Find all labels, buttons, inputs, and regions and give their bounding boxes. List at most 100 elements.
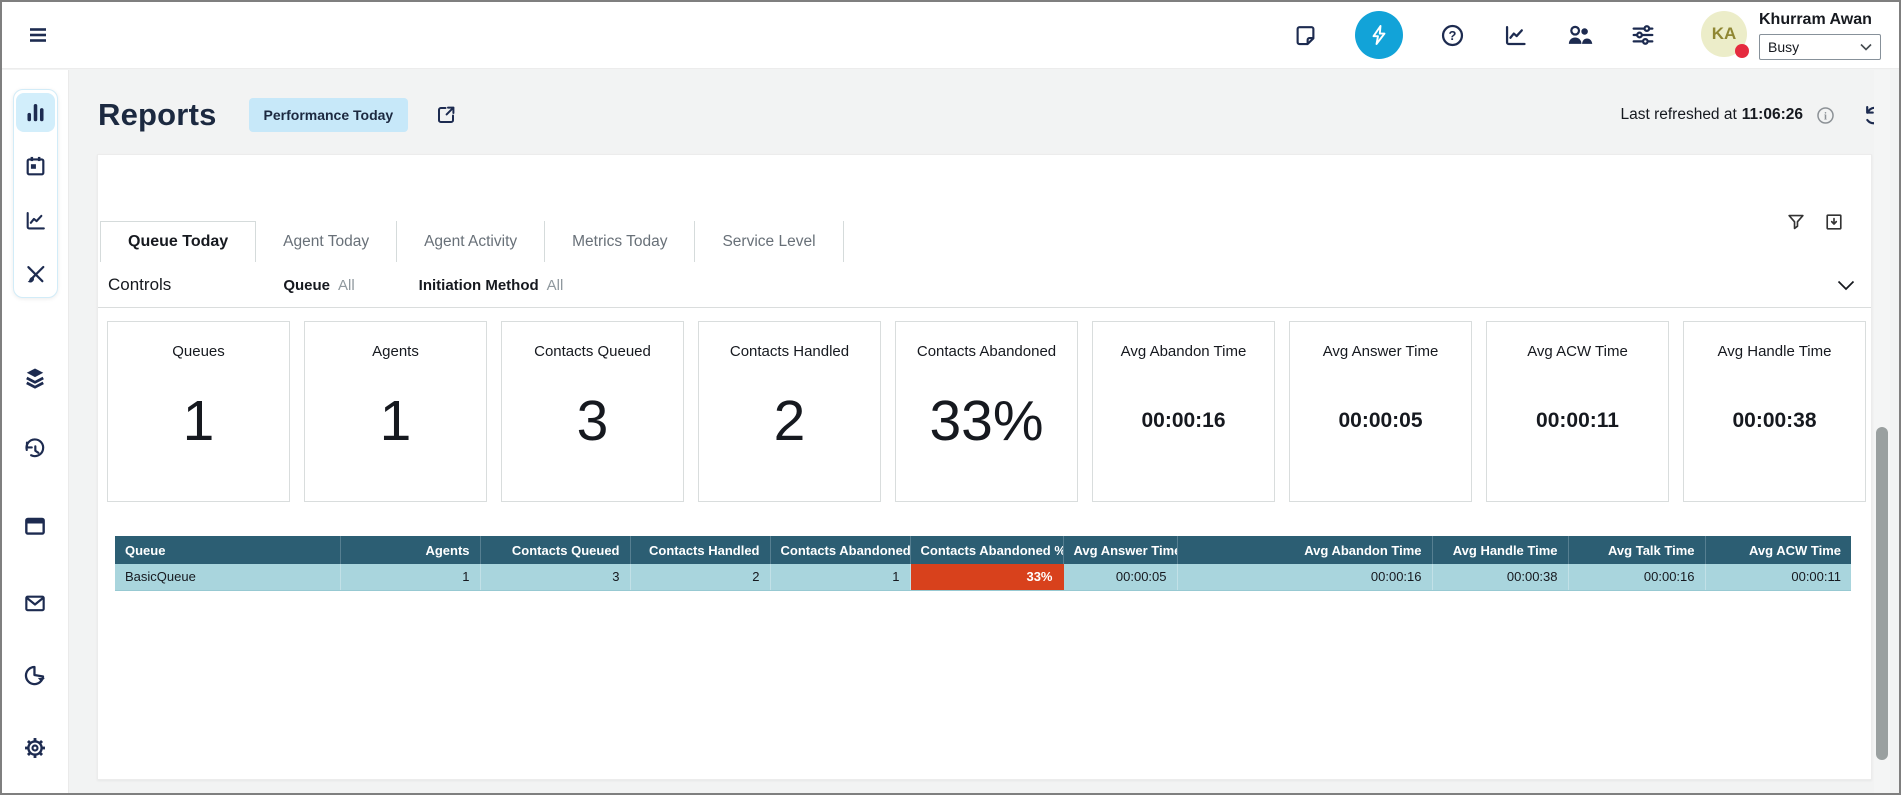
cell-agents: 1	[340, 564, 480, 590]
user-area: KA Khurram Awan Busy	[1701, 11, 1881, 60]
column-header-contacts-abandoned: Contacts Abandoned	[770, 536, 910, 564]
queue-filter[interactable]: Queue All	[283, 277, 354, 294]
settings-sliders-button[interactable]	[1629, 21, 1657, 49]
metric-value: 00:00:05	[1338, 360, 1422, 501]
metric-title: Contacts Queued	[534, 343, 651, 360]
initiation-method-filter[interactable]: Initiation Method All	[419, 277, 564, 294]
cell-avg-handle-time: 00:00:38	[1432, 564, 1568, 590]
sidebar-item-layers[interactable]	[15, 358, 55, 398]
open-in-new-button[interactable]	[434, 103, 458, 127]
user-name: Khurram Awan	[1759, 11, 1881, 29]
queue-filter-label: Queue	[283, 277, 330, 294]
sidebar-item-history[interactable]	[15, 430, 55, 470]
column-header-avg-acw-time: Avg ACW Time	[1705, 536, 1851, 564]
cell-contacts-abandoned-pct-alert: 33%	[910, 564, 1063, 590]
hamburger-icon	[26, 23, 50, 47]
sidebar-item-reports[interactable]	[16, 93, 55, 132]
metric-title: Avg Abandon Time	[1121, 343, 1247, 360]
history-icon	[22, 437, 48, 463]
metric-value: 1	[183, 360, 215, 501]
metric-card-avg-abandon-time: Avg Abandon Time 00:00:16	[1092, 321, 1275, 502]
last-refreshed: Last refreshed at 11:06:26 i	[1620, 103, 1887, 128]
app-window: ? KA	[0, 0, 1901, 795]
cell-queue-name: BasicQueue	[115, 564, 340, 590]
metric-cards-row: Queues 1 Agents 1 Contacts Queued 3 Cont…	[107, 321, 1866, 502]
tab-metrics-today[interactable]: Metrics Today	[545, 221, 695, 262]
metric-title: Avg Handle Time	[1718, 343, 1832, 360]
cell-contacts-queued: 3	[480, 564, 630, 590]
vertical-scrollbar-thumb[interactable]	[1876, 427, 1888, 760]
sidebar-item-schedule[interactable]	[16, 147, 55, 186]
left-sidebar	[2, 70, 69, 793]
help-icon: ?	[1439, 22, 1466, 49]
top-bar: ? KA	[2, 2, 1899, 69]
tab-agent-today[interactable]: Agent Today	[256, 221, 397, 262]
page-header: Reports Performance Today Last refreshed…	[98, 92, 1887, 138]
main-content: Reports Performance Today Last refreshed…	[70, 70, 1899, 793]
hamburger-menu-button[interactable]	[26, 23, 50, 47]
refresh-info-button[interactable]: i	[1815, 105, 1836, 126]
avatar[interactable]: KA	[1701, 11, 1747, 57]
controls-row: Controls Queue All Initiation Method All	[108, 263, 1855, 307]
controls-label: Controls	[108, 275, 171, 295]
queue-filter-value: All	[338, 277, 355, 294]
collapse-controls-button[interactable]	[1837, 280, 1855, 291]
cell-avg-answer-time: 00:00:05	[1063, 564, 1177, 590]
metrics-button[interactable]	[1502, 22, 1529, 49]
controls-divider	[98, 307, 1871, 308]
vertical-scrollbar-track[interactable]	[1874, 70, 1890, 793]
download-button[interactable]	[1823, 211, 1845, 233]
metric-card-avg-answer-time: Avg Answer Time 00:00:05	[1289, 321, 1472, 502]
last-refreshed-time: 11:06:26	[1742, 106, 1803, 124]
metric-title: Agents	[372, 343, 419, 360]
column-header-avg-abandon-time: Avg Abandon Time	[1177, 536, 1432, 564]
metric-value: 33%	[929, 360, 1043, 501]
metric-value: 3	[577, 360, 609, 501]
sidebar-item-designer[interactable]	[16, 255, 55, 294]
metric-card-contacts-handled: Contacts Handled 2	[698, 321, 881, 502]
svg-text:i: i	[1824, 111, 1827, 122]
tab-agent-activity[interactable]: Agent Activity	[397, 221, 545, 262]
column-header-contacts-abandoned-pct: Contacts Abandoned %	[910, 536, 1063, 564]
report-tabs: Queue Today Agent Today Agent Activity M…	[100, 221, 844, 262]
notes-button[interactable]	[1292, 22, 1319, 49]
metric-title: Queues	[172, 343, 225, 360]
note-icon	[1292, 22, 1319, 49]
metric-title: Avg ACW Time	[1527, 343, 1628, 360]
sliders-icon	[1629, 21, 1657, 49]
tab-service-level[interactable]: Service Level	[695, 221, 843, 262]
metric-title: Avg Answer Time	[1323, 343, 1439, 360]
column-header-contacts-handled: Contacts Handled	[630, 536, 770, 564]
users-icon	[1565, 21, 1593, 49]
cell-contacts-abandoned: 1	[770, 564, 910, 590]
tab-queue-today[interactable]: Queue Today	[100, 221, 256, 262]
sidebar-item-mail[interactable]	[15, 583, 55, 623]
page-title: Reports	[98, 97, 217, 133]
report-panel: Queue Today Agent Today Agent Activity M…	[97, 154, 1872, 780]
metric-card-agents: Agents 1	[304, 321, 487, 502]
design-icon	[23, 262, 48, 287]
metric-title: Contacts Handled	[730, 343, 849, 360]
column-header-agents: Agents	[340, 536, 480, 564]
help-button[interactable]: ?	[1439, 22, 1466, 49]
metric-value: 00:00:38	[1732, 360, 1816, 501]
sidebar-item-metrics[interactable]	[16, 201, 55, 240]
download-icon	[1823, 211, 1845, 233]
table-header-row: Queue Agents Contacts Queued Contacts Ha…	[115, 536, 1851, 564]
gear-icon	[22, 735, 48, 761]
column-header-avg-talk-time: Avg Talk Time	[1568, 536, 1705, 564]
sidebar-item-browser[interactable]	[15, 506, 55, 546]
avatar-initials: KA	[1712, 24, 1737, 44]
metric-card-contacts-abandoned: Contacts Abandoned 33%	[895, 321, 1078, 502]
panel-tools	[1785, 211, 1845, 233]
queue-metrics-table: Queue Agents Contacts Queued Contacts Ha…	[115, 536, 1851, 591]
cell-contacts-handled: 2	[630, 564, 770, 590]
last-refreshed-label: Last refreshed at	[1620, 106, 1736, 124]
metric-value: 00:00:11	[1536, 360, 1619, 501]
sidebar-item-pie-reports[interactable]	[15, 655, 55, 695]
sidebar-item-settings[interactable]	[15, 728, 55, 768]
filter-button[interactable]	[1785, 211, 1807, 233]
quick-actions-button[interactable]	[1355, 11, 1403, 59]
users-button[interactable]	[1565, 21, 1593, 49]
status-select[interactable]: Busy	[1759, 34, 1881, 60]
